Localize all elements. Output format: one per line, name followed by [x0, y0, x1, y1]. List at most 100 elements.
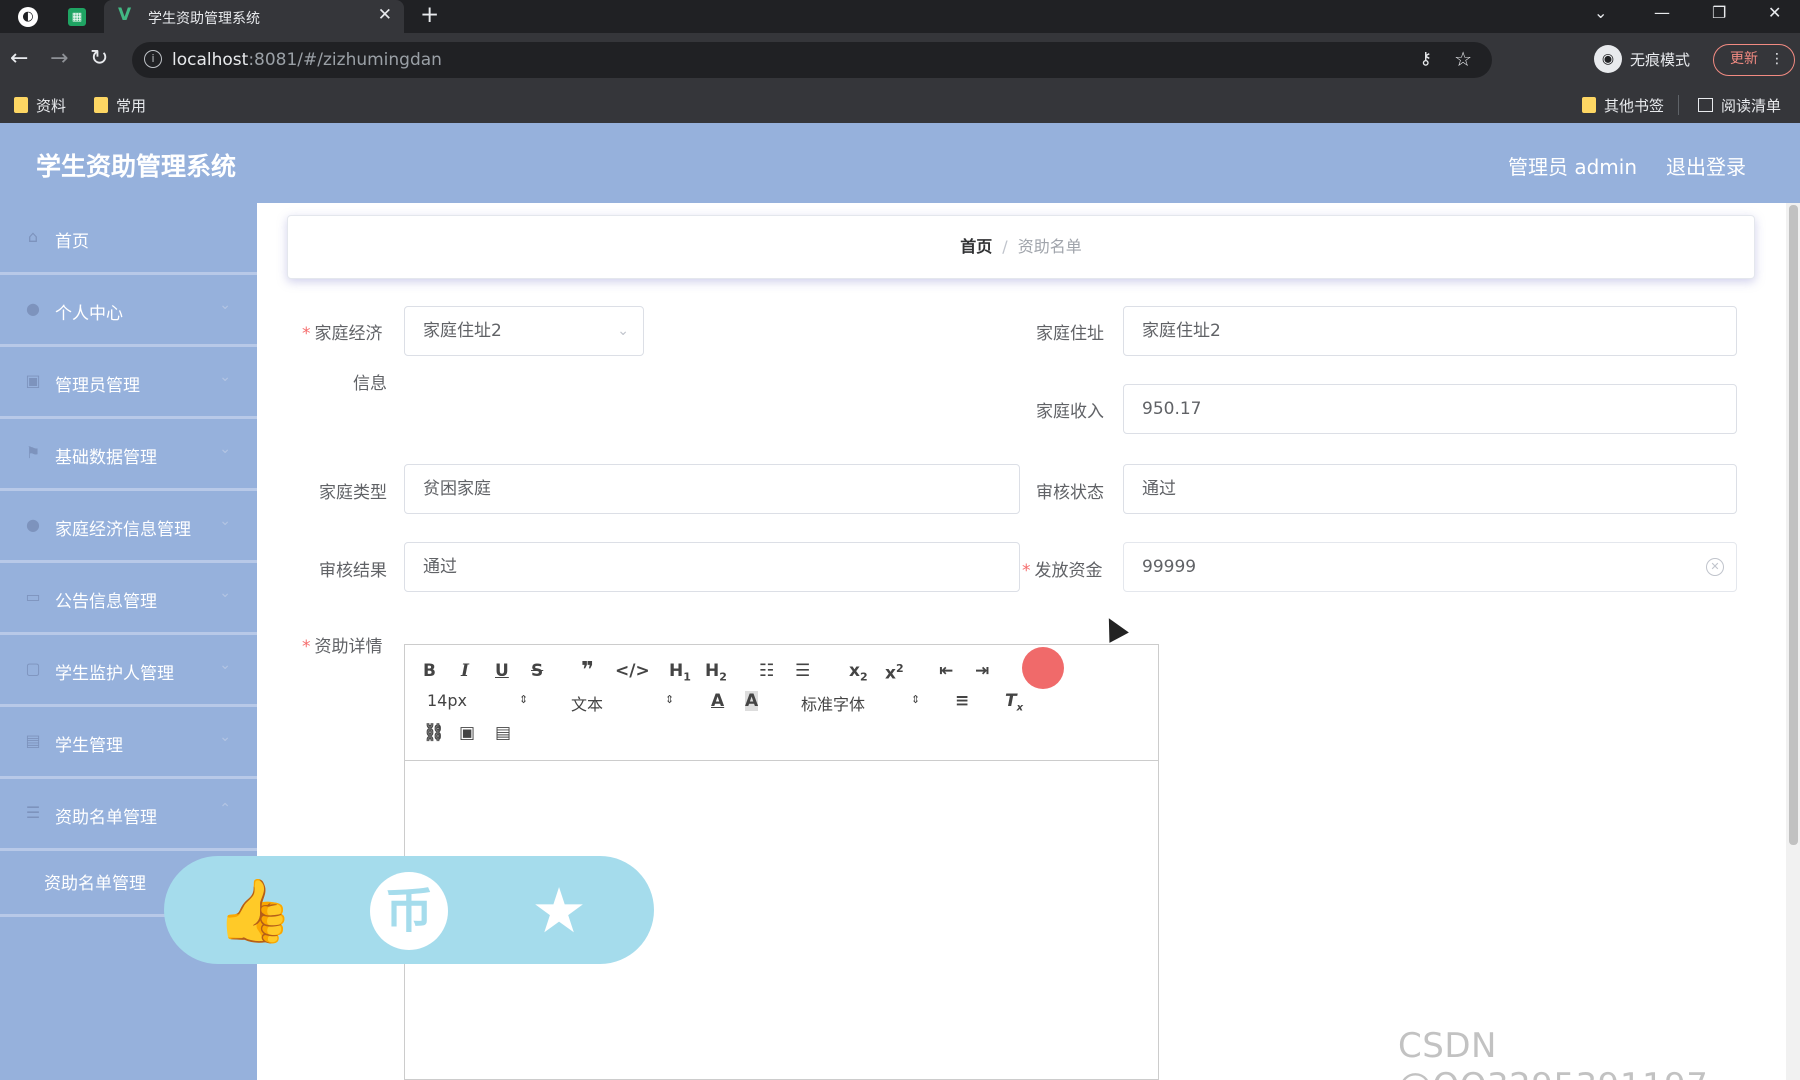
other-bookmarks[interactable]: 其他书签: [1582, 95, 1664, 116]
chevron-down-icon: ⌄: [219, 513, 231, 529]
indent-icon[interactable]: ⇥: [975, 661, 989, 681]
clear-icon[interactable]: ✕: [1706, 558, 1724, 576]
bookmark-folder[interactable]: 资料: [14, 95, 66, 116]
sheets-icon[interactable]: ▦: [68, 8, 86, 26]
bookmark-star-icon[interactable]: ☆: [1454, 47, 1472, 71]
family-econ-label-2: 信息: [353, 374, 387, 394]
scrollbar-thumb[interactable]: [1789, 205, 1798, 845]
list-icon: ☰: [25, 803, 41, 822]
bullet-list-icon[interactable]: ☰: [795, 661, 810, 681]
star-icon[interactable]: ★: [520, 872, 598, 950]
chevron-down-icon: ⌄: [219, 297, 231, 313]
breadcrumb-home[interactable]: 首页: [960, 237, 992, 256]
family-type-field[interactable]: 贫困家庭: [404, 464, 1020, 514]
update-button[interactable]: 更新 ⋮: [1713, 44, 1795, 76]
reading-list[interactable]: 阅读清单: [1698, 95, 1781, 116]
link-icon[interactable]: ⛓: [423, 723, 445, 743]
bookmark-folder[interactable]: 常用: [94, 95, 146, 116]
fund-field[interactable]: 99999 ✕: [1123, 542, 1737, 592]
folder-icon: [14, 97, 28, 113]
incognito-indicator[interactable]: ◉ 无痕模式: [1594, 45, 1690, 75]
vue-favicon-icon: V: [118, 5, 132, 25]
tab-close-icon[interactable]: ✕: [378, 5, 392, 25]
new-tab-icon[interactable]: +: [420, 2, 439, 28]
window-close-icon[interactable]: ✕: [1768, 3, 1781, 22]
reload-icon[interactable]: ↻: [90, 46, 108, 71]
sidebar-item-admin[interactable]: ▣ 管理员管理 ⌄: [0, 347, 257, 419]
family-econ-select[interactable]: 家庭住址2 ⌄: [404, 306, 644, 356]
tab-title: 学生资助管理系统: [148, 11, 260, 27]
sidebar-item-label: 个人中心: [55, 304, 123, 324]
heading1-icon[interactable]: H1: [669, 661, 691, 687]
font-size-select[interactable]: 14px ⇕: [427, 691, 537, 710]
image-icon[interactable]: ▣: [459, 723, 475, 743]
forward-icon[interactable]: →: [50, 46, 68, 71]
incognito-icon: ◉: [1594, 45, 1622, 73]
folder-icon: [1582, 97, 1596, 113]
tab-search-icon[interactable]: ⌄: [1594, 3, 1607, 22]
thumbs-up-icon[interactable]: 👍: [216, 872, 294, 950]
video-icon[interactable]: ▤: [495, 723, 511, 743]
url-text[interactable]: localhost:8081/#/zizhumingdan: [172, 50, 442, 70]
floating-action-bar: 👍 币 ★: [164, 856, 654, 964]
student-icon: ▤: [25, 731, 41, 750]
sidebar-item-family-econ[interactable]: ● 家庭经济信息管理 ⌄: [0, 491, 257, 563]
code-icon[interactable]: </>: [615, 661, 650, 681]
background-color-icon[interactable]: A: [745, 691, 759, 711]
review-status-field[interactable]: 通过: [1123, 464, 1737, 514]
key-icon[interactable]: ⚷: [1420, 49, 1432, 69]
heading2-icon[interactable]: H2: [705, 661, 727, 687]
strike-icon[interactable]: S: [531, 661, 543, 681]
address-field[interactable]: 家庭住址2: [1123, 306, 1737, 356]
clear-format-icon[interactable]: Tx: [1005, 691, 1023, 718]
browser-tab[interactable]: V 学生资助管理系统 ✕: [104, 0, 404, 33]
guardian-icon: ▢: [25, 659, 41, 678]
bookmark-divider: [1678, 95, 1679, 115]
url-bar[interactable]: i localhost:8081/#/zizhumingdan ⚷ ☆: [132, 42, 1492, 78]
admin-icon: ▣: [25, 371, 41, 390]
sidebar-item-label: 学生管理: [55, 736, 123, 756]
logout-link[interactable]: 退出登录: [1666, 151, 1746, 180]
user-label: 管理员 admin: [1508, 155, 1638, 179]
italic-icon[interactable]: I: [461, 661, 469, 681]
subscript-icon[interactable]: x2: [849, 661, 868, 687]
heading-select[interactable]: 文本 ⇕: [571, 691, 681, 715]
breadcrumb: 首页 / 资助名单: [287, 215, 1755, 279]
notice-icon: ▭: [25, 587, 41, 606]
review-result-field[interactable]: 通过: [404, 542, 1020, 592]
minimize-icon[interactable]: —: [1654, 3, 1670, 22]
sidebar-item-aid-list[interactable]: ☰ 资助名单管理 ⌃: [0, 779, 257, 851]
browser-menu-icon[interactable]: ◐: [18, 7, 38, 27]
back-icon[interactable]: ←: [10, 46, 28, 71]
outdent-icon[interactable]: ⇤: [939, 661, 953, 681]
more-menu-icon[interactable]: ⋮: [1770, 45, 1784, 74]
income-field[interactable]: 950.17: [1123, 384, 1737, 434]
sidebar-item-guardian[interactable]: ▢ 学生监护人管理 ⌄: [0, 635, 257, 707]
sidebar-item-student[interactable]: ▤ 学生管理 ⌄: [0, 707, 257, 779]
chevron-down-icon: ⌄: [219, 729, 231, 745]
align-icon[interactable]: ≡: [955, 691, 969, 711]
superscript-icon[interactable]: x2: [885, 659, 904, 684]
sidebar-item-notice[interactable]: ▭ 公告信息管理 ⌄: [0, 563, 257, 635]
ordered-list-icon[interactable]: ☷: [759, 661, 774, 681]
reading-list-icon: [1698, 98, 1713, 112]
text-color-icon[interactable]: A: [711, 691, 724, 711]
sidebar-subitem-label: 资助名单管理: [44, 874, 146, 894]
coin-icon[interactable]: 币: [370, 872, 448, 950]
flag-icon: ⚑: [25, 443, 41, 462]
site-info-icon[interactable]: i: [144, 50, 162, 68]
review-status-label: 审核状态: [1036, 483, 1104, 503]
restore-icon[interactable]: ❐: [1712, 3, 1726, 22]
sidebar-item-profile[interactable]: ● 个人中心 ⌄: [0, 275, 257, 347]
user-icon: ●: [26, 299, 40, 318]
font-family-select[interactable]: 标准字体 ⇕: [801, 691, 931, 715]
blockquote-icon[interactable]: ❞: [581, 660, 594, 682]
sidebar-item-basic-data[interactable]: ⚑ 基础数据管理 ⌄: [0, 419, 257, 491]
chevron-down-icon: ⌄: [219, 441, 231, 457]
bold-icon[interactable]: B: [423, 661, 436, 681]
breadcrumb-separator: /: [1002, 237, 1008, 256]
sidebar-item-home[interactable]: ⌂ 首页: [0, 203, 257, 275]
underline-icon[interactable]: U: [495, 661, 509, 681]
chevron-down-icon: ⌄: [219, 369, 231, 385]
family-type-label: 家庭类型: [319, 483, 387, 503]
